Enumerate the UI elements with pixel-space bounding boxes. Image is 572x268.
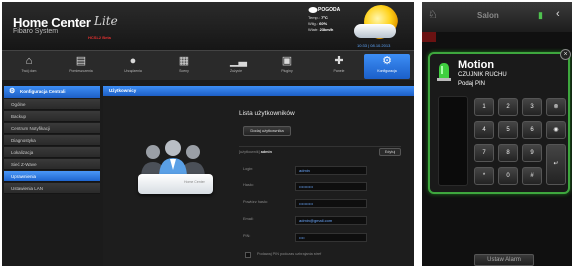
home-center-device: Home Center: [138, 174, 213, 194]
fibaro-logo-icon: ♘: [428, 9, 438, 21]
content-panel: Użytkownicy Lista użytkowników Dodaj uży…: [103, 86, 414, 266]
sidebar-item-diagnostyka[interactable]: Diagnostyka: [4, 135, 100, 146]
nav-item-panele[interactable]: ✚ Panele: [316, 54, 362, 79]
alarm-indicator: [422, 32, 436, 42]
pin-on-arm-checkbox[interactable]: [245, 252, 251, 258]
email-row: Email: admin@gmail.com: [243, 216, 403, 225]
edit-button[interactable]: Edytuj: [379, 148, 401, 156]
nav-item-pluginy[interactable]: ▣ Pluginy: [264, 54, 310, 79]
dialog-subtitle: CZUJNIK RUCHU: [458, 72, 507, 78]
key-9[interactable]: 9: [522, 144, 542, 162]
mobile-top-bar: ♘ Salon ▮ ‹: [422, 2, 572, 32]
date-time: 10:33 | 08.10.2013: [357, 43, 391, 48]
logo-lite: Lite: [94, 14, 118, 28]
key-star[interactable]: *: [474, 167, 494, 185]
repeat-password-label: Powtórz hasło:: [243, 200, 268, 204]
tab-uzytkownicy[interactable]: Użytkownicy: [103, 86, 414, 96]
home-center-window: Home Center Lite Fibaro System HCSL2 Bet…: [2, 2, 414, 266]
show-pin-key-icon[interactable]: ◉: [546, 121, 566, 139]
back-icon[interactable]: ‹: [556, 8, 560, 20]
weather-wind: Wiatr: 23km/h: [308, 27, 334, 32]
gear-icon: ⚙: [9, 88, 16, 95]
weather-title: POGODA: [318, 7, 341, 13]
pin-field-row: PIN: ••••: [243, 233, 403, 242]
weather-temp: Temp.: 7ºC: [308, 15, 328, 20]
add-user-button[interactable]: Dodaj użytkownika: [243, 126, 291, 136]
sidebar-item-siec-z-wave[interactable]: Sieć Z-Wave: [4, 159, 100, 170]
pin-label: PIN:: [243, 234, 251, 238]
panel-icon: ✚: [334, 55, 344, 67]
key-4[interactable]: 4: [474, 121, 494, 139]
dialog-title: Motion: [458, 59, 495, 71]
sidebar-item-uprawnienia[interactable]: Uprawnienia: [4, 171, 100, 182]
mobile-app-window: ♘ Salon ▮ ‹ × Motion CZUJNIK RUCHU Podaj…: [422, 2, 572, 266]
pin-display: [438, 96, 468, 186]
clear-key-icon[interactable]: ⊗: [546, 98, 566, 116]
panel-title: Lista użytkowników: [239, 110, 295, 117]
chart-icon: ▁▃: [230, 55, 247, 67]
bulb-icon: ●: [129, 55, 137, 67]
nav-item-konfiguracja[interactable]: ⚙ Konfiguracja: [364, 54, 410, 79]
key-1[interactable]: 1: [474, 98, 494, 116]
pin-field[interactable]: ••••: [295, 233, 367, 242]
key-hash[interactable]: #: [522, 167, 542, 185]
pin-on-arm-label: Podawaj PIN podczas uzbrajania stref: [257, 252, 322, 256]
sidebar-header: ⚙ Konfiguracja Centrali: [4, 86, 100, 98]
key-8[interactable]: 8: [498, 144, 518, 162]
login-label: Login:: [243, 167, 254, 171]
nav-item-sceny[interactable]: ▦ Sceny: [161, 54, 207, 79]
key-6[interactable]: 6: [522, 121, 542, 139]
enter-key-icon[interactable]: ↵: [546, 144, 566, 185]
scene-icon: ▦: [178, 55, 190, 67]
rooms-icon: ▤: [75, 55, 87, 67]
key-3[interactable]: 3: [522, 98, 542, 116]
email-label: Email:: [243, 217, 254, 221]
room-title: Salon: [477, 11, 499, 20]
header-bar: Home Center Lite Fibaro System HCSL2 Bet…: [2, 2, 414, 50]
login-field[interactable]: admin: [295, 166, 367, 175]
nav-item-pomieszczenia[interactable]: ▤ Pomieszczenia: [58, 54, 104, 79]
key-0[interactable]: 0: [498, 167, 518, 185]
house-icon: ⌂: [25, 55, 33, 67]
weather-cloud-icon: [308, 7, 318, 13]
close-button[interactable]: ×: [560, 49, 571, 60]
key-7[interactable]: 7: [474, 144, 494, 162]
gear-icon: ⚙: [382, 55, 392, 67]
password-field[interactable]: ••••••••••: [295, 182, 367, 191]
nav-item-urzadzenia[interactable]: ● Urządzenia: [110, 54, 156, 79]
sidebar-item-ustawienia-lan[interactable]: Ustawienia LAN: [4, 183, 100, 194]
login-row: Login: admin: [243, 166, 403, 175]
set-alarm-button[interactable]: Ustaw Alarm: [474, 254, 534, 266]
password-row: Hasło: ••••••••••: [243, 182, 403, 191]
cloud-icon: [354, 24, 396, 38]
weather-humidity: Wilg.: 60%: [308, 21, 328, 26]
user-entry-header: [użytkownik] admin Edytuj: [239, 146, 401, 156]
main-nav: ⌂ Twój dom ▤ Pomieszczenia ● Urządzenia …: [2, 50, 414, 80]
plugin-icon: ▣: [281, 55, 293, 67]
logo-beta-badge: HCSL2 Beta: [88, 35, 111, 40]
repeat-password-row: Powtórz hasło: ••••••••••: [243, 199, 403, 208]
email-field[interactable]: admin@gmail.com: [295, 216, 367, 225]
sidebar: ⚙ Konfiguracja Centrali Ogólne Backup Ce…: [2, 86, 102, 266]
pin-prompt: Podaj PIN: [458, 81, 486, 87]
key-5[interactable]: 5: [498, 121, 518, 139]
logo-subtitle: Fibaro System: [13, 28, 59, 35]
nav-item-zuzycie[interactable]: ▁▃ Zużycie: [213, 54, 259, 79]
nav-item-twoj-dom[interactable]: ⌂ Twój dom: [6, 54, 52, 79]
sidebar-item-centrum-notyfikacji[interactable]: Centrum Notyfikacji: [4, 123, 100, 134]
password-label: Hasło:: [243, 183, 254, 187]
pin-dialog: × Motion CZUJNIK RUCHU Podaj PIN 1 2 3 ⊗…: [428, 49, 571, 194]
user-entry-label: [użytkownik] admin: [239, 150, 272, 154]
repeat-password-field[interactable]: ••••••••••: [295, 199, 367, 208]
sidebar-item-backup[interactable]: Backup: [4, 111, 100, 122]
sidebar-item-ogolne[interactable]: Ogólne: [4, 99, 100, 110]
sidebar-item-lokalizacja[interactable]: Lokalizacja: [4, 147, 100, 158]
door-icon[interactable]: ▮: [538, 10, 543, 21]
key-2[interactable]: 2: [498, 98, 518, 116]
siren-icon: [437, 63, 451, 81]
keypad: 1 2 3 ⊗ 4 5 6 ◉ 7 8 9 ↵ * 0 #: [474, 98, 570, 193]
